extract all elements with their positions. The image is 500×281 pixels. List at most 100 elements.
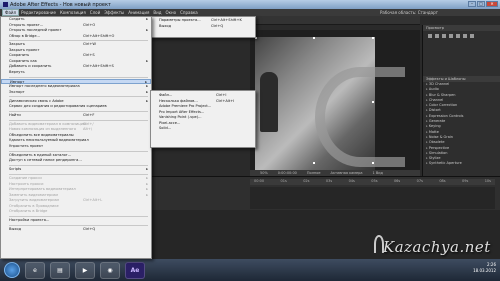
exit-item[interactable]: Выход Ctrl+Q	[151, 24, 255, 30]
zoom-select[interactable]: 50%	[260, 171, 268, 175]
last-frame-icon[interactable]	[456, 34, 460, 38]
next-frame-icon[interactable]	[449, 34, 453, 38]
after-effects-taskbar-icon[interactable]: Ae	[125, 261, 145, 279]
effects-list: 3D Channel Audio Blur & Sharpen Channel …	[423, 82, 500, 167]
prev-frame-icon[interactable]	[435, 34, 439, 38]
menu-item-label: Импорт	[10, 79, 25, 84]
app-icon	[3, 2, 8, 7]
menu-item-shortcut: Ctrl+F	[83, 113, 95, 117]
menu-item-label: Интерпретировать видеоматериал	[9, 187, 76, 191]
menu-item-label: Вернуть	[9, 69, 25, 74]
menu-effects[interactable]: Эффекты	[102, 10, 126, 15]
file-menu-item[interactable]: Настройки проекта...	[1, 218, 151, 224]
ie-taskbar-icon[interactable]: e	[25, 261, 45, 279]
menu-item-label: Удалить неиспользуемый видеоматериал	[9, 138, 89, 143]
timecode[interactable]: 0:00:00:00	[278, 171, 297, 175]
handle-dot[interactable]	[313, 37, 315, 39]
play-icon[interactable]	[442, 34, 446, 38]
menu-item-shortcut: Ctrl+Alt+Shift+O	[83, 33, 115, 38]
file-menu-item[interactable]: Обзор в Bridge... Ctrl+Alt+Shift+O	[1, 34, 151, 40]
loop-icon[interactable]	[470, 34, 474, 38]
taskbar: e ▤ ▶ ◉ Ae	[0, 259, 500, 281]
system-tray-clock[interactable]: 2:26 18.03.2012	[473, 262, 496, 274]
menu-layer[interactable]: Слой	[88, 10, 102, 15]
menu-item-label: Создать	[9, 17, 25, 21]
file-menu-item[interactable]: Scripts ▸	[1, 167, 151, 173]
close-button[interactable]: ✕	[486, 1, 498, 7]
handle-dot[interactable]	[313, 162, 315, 164]
media-taskbar-icon[interactable]: ▶	[75, 261, 95, 279]
menu-item-label: Сохранить как	[9, 58, 37, 63]
menu-item-label: Экспорт	[9, 89, 25, 94]
escalator-shape	[315, 67, 405, 167]
timeline-ruler[interactable]: 00:00 01s 02s 03s 04s 05s 06s 07s 08s 09…	[250, 179, 495, 185]
ruler-tick: 05s	[371, 179, 378, 183]
menu-item-label: Закрыть	[9, 42, 26, 47]
view-select[interactable]: 1 Вид	[372, 171, 382, 175]
menu-item-label: Доступ к сетевой папке рендеринга...	[9, 158, 82, 163]
ruler-tick: 03s	[325, 179, 333, 183]
menu-item-label: Отобразить в Bridge	[9, 209, 48, 213]
menu-item-label: Загрузить видеоматериал	[9, 198, 60, 202]
menu-item-label: Объединить в единый каталог...	[9, 152, 72, 157]
recent-submenu: Параметры проекта... Ctrl+Alt+Shift+K Вых…	[150, 16, 256, 38]
file-menu-item[interactable]: Сервис для создания и редактирования сце…	[1, 104, 151, 110]
menu-item-label: Сервис для создания и редактирования сце…	[9, 104, 107, 109]
video-frame	[255, 37, 405, 170]
menu-item-label: Создание прокси	[9, 176, 42, 180]
import-submenu: Файл... Ctrl+I Несколько файлов... Ctrl+Al…	[150, 90, 256, 148]
menu-composition[interactable]: Композиция	[58, 10, 88, 15]
menu-edit[interactable]: Редактирование	[19, 10, 58, 15]
menu-help[interactable]: Справка	[178, 10, 200, 15]
menu-item-label: Выход	[9, 226, 22, 231]
file-menu-item[interactable]: Упростить проект	[1, 144, 151, 150]
ruler-tick: 06s	[393, 179, 401, 183]
menu-item-label: Добавить и сохранить	[9, 64, 52, 69]
folder-taskbar-icon[interactable]: ▤	[50, 261, 70, 279]
submenu-arrow-icon: ▸	[146, 167, 148, 172]
audio-icon[interactable]	[463, 34, 467, 38]
first-frame-icon[interactable]	[428, 34, 432, 38]
handle-dot[interactable]	[372, 101, 374, 103]
file-menu-item[interactable]: Доступ к сетевой папке рендеринга...	[1, 158, 151, 164]
ruler-tick: 02s	[303, 179, 310, 183]
menu-file[interactable]: Файл	[2, 9, 20, 16]
menu-item-label: Объединить все видеоматериалы	[9, 132, 74, 137]
menu-item-label: Scripts	[9, 167, 22, 172]
resolution-select[interactable]: Полное	[307, 171, 321, 175]
window-title: Adobe After Effects - Нов новый проект	[10, 1, 111, 8]
file-menu-item[interactable]: Найти Ctrl+F	[1, 113, 151, 119]
start-button[interactable]	[4, 262, 20, 278]
firefox-taskbar-icon[interactable]: ◉	[100, 261, 120, 279]
menu-item-label: Добавить видеоматериал в композицию	[9, 121, 86, 126]
import-solid-item[interactable]: Solid...	[151, 126, 255, 132]
handle-dot[interactable]	[372, 162, 374, 164]
file-menu-item[interactable]: Экспорт ▸	[1, 90, 151, 96]
minimize-button[interactable]: –	[468, 1, 476, 7]
file-menu-item[interactable]: Вернуть	[1, 70, 151, 76]
maximize-button[interactable]: □	[477, 1, 485, 7]
handle-dot[interactable]	[372, 37, 374, 39]
menu-view[interactable]: Вид	[151, 10, 163, 15]
ruler-tick: 10s	[484, 179, 491, 183]
ruler-tick: 09s	[462, 179, 469, 183]
timeline-track[interactable]	[250, 187, 495, 209]
menu-animation[interactable]: Анимация	[126, 10, 151, 15]
menu-item-label: Настройки проекта...	[9, 217, 50, 222]
menu-separator	[9, 40, 148, 42]
menu-item-label: Новая композиция из выделенного	[9, 127, 77, 132]
menu-item-label: Импорт последнего видеоматериала	[9, 84, 80, 89]
menu-window[interactable]: Окно	[163, 10, 178, 15]
menu-item-shortcut: Ctrl+Q	[83, 226, 96, 231]
camera-select[interactable]: Активная камера	[331, 171, 363, 175]
ruler-tick: 01s	[280, 179, 287, 183]
watermark: Kazachya.net	[383, 238, 491, 256]
effect-category[interactable]: Synthetic Aperture	[426, 161, 500, 166]
menu-item-label: Отобразить в Проводнике	[9, 203, 59, 208]
file-menu-item[interactable]: Выход Ctrl+Q	[1, 227, 151, 233]
menu-separator	[9, 76, 148, 78]
menu-item-label: Заменить видеоматериал	[9, 192, 59, 197]
workspace-label[interactable]: Рабочая область: Стандарт	[380, 10, 438, 15]
menu-separator	[9, 164, 148, 166]
menu-item-label: Закрыть проект	[9, 47, 40, 52]
